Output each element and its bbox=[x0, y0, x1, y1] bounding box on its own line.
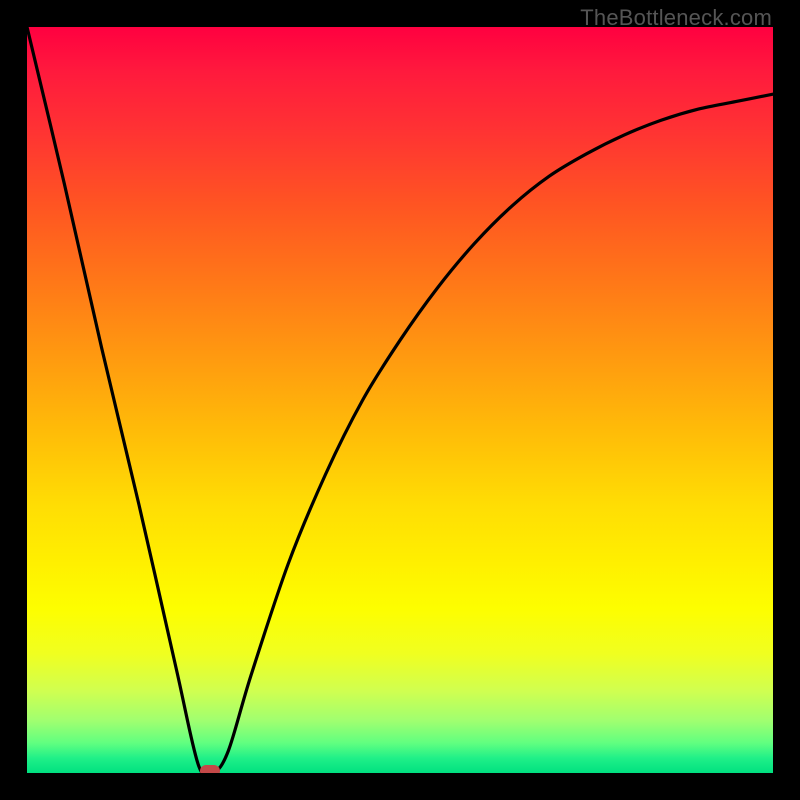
bottleneck-curve bbox=[27, 27, 773, 773]
curve-svg bbox=[27, 27, 773, 773]
chart-container: TheBottleneck.com bbox=[0, 0, 800, 800]
plot-area bbox=[27, 27, 773, 773]
minimum-marker bbox=[200, 765, 220, 773]
